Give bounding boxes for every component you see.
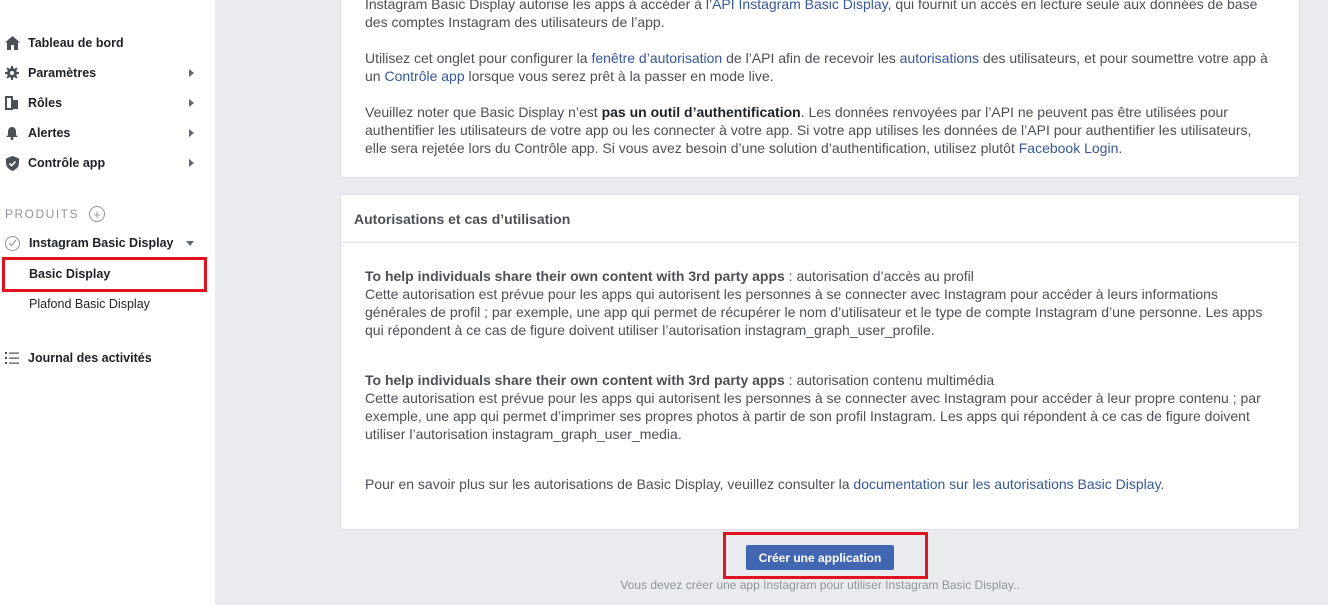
- create-app-button[interactable]: Créer une application: [746, 545, 894, 570]
- api-basic-display-link[interactable]: API Instagram Basic Display: [712, 0, 888, 12]
- permission-2-title: To help individuals share their own cont…: [365, 372, 785, 388]
- permission-2-heading: To help individuals share their own cont…: [365, 371, 1275, 389]
- sidebar-item-app-review[interactable]: Contrôle app: [0, 148, 200, 178]
- facebook-login-link[interactable]: Facebook Login: [1019, 140, 1119, 156]
- chevron-right-icon: [189, 99, 194, 107]
- roles-icon: [4, 95, 20, 111]
- chevron-right-icon: [189, 69, 194, 77]
- sidebar-item-label: Journal des activités: [28, 351, 152, 365]
- app-review-link[interactable]: Contrôle app: [384, 68, 464, 84]
- bold-text: pas un outil d’authentification: [601, 104, 801, 120]
- add-product-icon[interactable]: +: [89, 206, 106, 222]
- chevron-right-icon: [189, 159, 194, 167]
- permission-2-description: Cette autorisation est prévue pour les a…: [365, 390, 1261, 442]
- sidebar-item-settings[interactable]: Paramètres: [0, 58, 200, 88]
- create-app-footnote: Vous devez créer une app Instagram pour …: [620, 578, 1020, 592]
- permission-1-heading: To help individuals share their own cont…: [365, 267, 1275, 285]
- bell-icon: [4, 125, 20, 141]
- text: .: [1118, 140, 1123, 156]
- intro-paragraph-1: Utilisez cet onglet pour configurer la f…: [365, 49, 1275, 85]
- sidebar-item-label: Contrôle app: [28, 156, 106, 170]
- permission-1-description: Cette autorisation est prévue pour les a…: [365, 286, 1263, 338]
- text: .: [1160, 476, 1165, 492]
- sidebar-subitem-basic-display[interactable]: Basic Display: [29, 263, 110, 285]
- products-header-label: PRODUITS: [5, 207, 80, 221]
- text: Instagram Basic Display autorise les app…: [365, 0, 713, 12]
- text: lorsque vous serez prêt à la passer en m…: [464, 68, 774, 84]
- sidebar: Tableau de bord Paramètres Rôles Alertes…: [0, 0, 215, 605]
- chevron-right-icon: [189, 129, 194, 137]
- sidebar-item-activity-log[interactable]: Journal des activités: [0, 343, 200, 373]
- sidebar-subitem-basic-display-sandbox[interactable]: Plafond Basic Display: [29, 293, 150, 315]
- permission-1-title: To help individuals share their own cont…: [365, 268, 785, 284]
- text: de l’API afin de recevoir les: [722, 50, 900, 66]
- text: Veuillez noter que Basic Display n’est: [365, 104, 602, 120]
- check-circle-icon: [5, 235, 20, 251]
- sidebar-item-alerts[interactable]: Alertes: [0, 118, 200, 148]
- product-label: Instagram Basic Display: [29, 236, 174, 250]
- sidebar-product-instagram-basic-display[interactable]: Instagram Basic Display: [0, 230, 200, 256]
- shield-icon: [4, 155, 20, 171]
- sidebar-item-label: Rôles: [28, 96, 63, 110]
- permission-1-name: : autorisation d’accès au profil: [784, 268, 974, 284]
- list-icon: [4, 350, 20, 366]
- sidebar-item-roles[interactable]: Rôles: [0, 88, 200, 118]
- text: Utilisez cet onglet pour configurer la: [365, 50, 592, 66]
- sidebar-item-label: Paramètres: [28, 66, 97, 80]
- sidebar-item-label: Tableau de bord: [28, 36, 124, 50]
- sidebar-item-label: Alertes: [28, 126, 71, 140]
- gear-icon: [4, 65, 20, 81]
- authorization-window-link[interactable]: fenêtre d’autorisation: [591, 50, 722, 66]
- intro-paragraph-2: Veuillez noter que Basic Display n’est p…: [365, 103, 1275, 157]
- permissions-link[interactable]: autorisations: [900, 50, 979, 66]
- sidebar-item-dashboard[interactable]: Tableau de bord: [0, 28, 200, 58]
- intro-paragraph-0: Instagram Basic Display autorise les app…: [365, 0, 1275, 31]
- permissions-card: Autorisations et cas d’utilisation To he…: [340, 194, 1300, 530]
- caret-down-icon: [186, 241, 194, 246]
- intro-card: Instagram Basic Display autorise les app…: [340, 0, 1300, 178]
- products-header: PRODUITS +: [5, 204, 106, 224]
- permissions-more-info: Pour en savoir plus sur les autorisation…: [365, 475, 1275, 493]
- permissions-documentation-link[interactable]: documentation sur les autorisations Basi…: [853, 476, 1160, 492]
- permissions-card-title: Autorisations et cas d’utilisation: [341, 195, 1299, 243]
- permission-2-name: : autorisation contenu multimédia: [784, 372, 995, 388]
- home-icon: [4, 35, 20, 51]
- text: Pour en savoir plus sur les autorisation…: [365, 476, 854, 492]
